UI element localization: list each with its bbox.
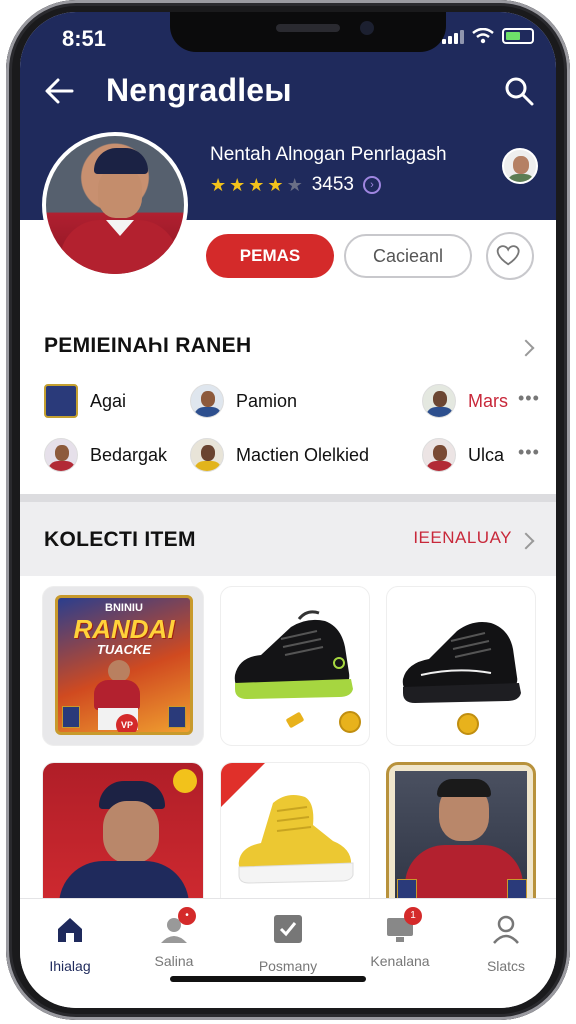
profile-name: Nentah Alnogan Penrlagash	[210, 144, 447, 165]
chevron-right-icon[interactable]	[517, 532, 535, 550]
avatar	[190, 438, 224, 472]
user-badge-icon: •	[158, 907, 196, 945]
collection-card[interactable]	[42, 762, 204, 912]
monitor-icon: 1	[384, 907, 422, 945]
nav-home[interactable]: Ihialag	[20, 913, 120, 974]
star-icon: ★	[210, 174, 227, 195]
nav-kenalana[interactable]: 1 Kenalana	[350, 907, 450, 969]
rating-value: 3453	[311, 174, 354, 195]
collection-card[interactable]: BNINIU RANDAI TUACKE VP	[42, 586, 204, 746]
status-time: 8:51	[62, 26, 107, 51]
favorite-button[interactable]	[486, 232, 534, 280]
card-subtitle-text: TUACKE	[96, 642, 152, 657]
collection-grid: BNINIU RANDAI TUACKE VP	[20, 576, 556, 916]
star-icon: ★	[248, 174, 265, 195]
more-icon[interactable]: •••	[518, 442, 540, 463]
wifi-icon	[472, 28, 494, 44]
list-item[interactable]: Mars	[422, 384, 508, 418]
rating: ★ ★ ★ ★ ★ 3453 ›	[210, 174, 381, 196]
list-item[interactable]: Agai	[44, 384, 126, 418]
card-title-text: RANDAI	[73, 614, 175, 644]
small-avatar[interactable]	[502, 148, 538, 184]
phone-notch	[170, 12, 446, 52]
avatar	[422, 438, 456, 472]
divider	[20, 494, 556, 502]
phone-frame: 8:51 Nengradleы Nentah Alnogan Penrlagas…	[0, 0, 576, 1024]
more-icon[interactable]: •••	[518, 388, 540, 409]
coin-icon	[457, 713, 479, 735]
card-top-text: BNINIU	[105, 602, 143, 614]
list-item[interactable]: Bedargak	[44, 438, 167, 472]
notification-badge: 1	[404, 907, 422, 925]
yellow-sneaker-image	[238, 795, 354, 884]
list-item[interactable]: Pamion	[190, 384, 297, 418]
screen: 8:51 Nengradleы Nentah Alnogan Penrlagas…	[20, 12, 556, 1008]
coin-icon	[339, 711, 361, 733]
star-icon: ★	[229, 174, 246, 195]
people-section: PEMIEINAҺI RANEH Agai Pamion Mars ••• Be…	[20, 294, 556, 494]
profile-icon	[493, 915, 519, 944]
check-square-icon	[274, 915, 302, 943]
collection-card[interactable]	[386, 586, 536, 746]
team-logo-icon	[44, 384, 78, 418]
avatar	[190, 384, 224, 418]
search-icon[interactable]	[502, 74, 536, 108]
collection-card[interactable]	[220, 762, 370, 912]
profile-avatar	[42, 132, 188, 278]
avatar	[44, 438, 78, 472]
bottom-nav: Ihialag • Salina Posmany 1 Kenalana Slat…	[20, 898, 556, 1008]
page-title: Nengradleы	[106, 72, 292, 108]
heart-icon	[496, 245, 520, 266]
see-all-link[interactable]: IEENALUAY	[413, 528, 512, 548]
collection-card[interactable]	[386, 762, 536, 912]
chevron-right-icon[interactable]	[517, 339, 535, 357]
status-icons	[442, 28, 534, 44]
info-icon[interactable]: ›	[362, 176, 381, 194]
collection-card[interactable]	[220, 586, 370, 746]
nav-salina[interactable]: • Salina	[124, 907, 224, 969]
secondary-action-button[interactable]: Cacieanl	[344, 234, 472, 278]
home-icon	[58, 918, 82, 942]
collection-header: KOLECTI ITEM IEENALUAY	[20, 502, 556, 576]
section-title: KOLECTI ITEM	[44, 528, 196, 551]
home-indicator[interactable]	[170, 976, 366, 982]
edit-icon[interactable]	[173, 769, 197, 793]
card-badge: VP	[116, 714, 138, 732]
star-empty-icon: ★	[286, 174, 303, 195]
back-arrow-icon[interactable]	[42, 74, 76, 108]
avatar	[422, 384, 456, 418]
nav-slatcs[interactable]: Slatcs	[456, 913, 556, 974]
section-title: PEMIEINAҺI RANEH	[44, 334, 252, 357]
primary-action-button[interactable]: PEMAS	[206, 234, 334, 278]
list-item[interactable]: Ulca	[422, 438, 504, 472]
battery-icon	[502, 28, 534, 44]
nav-posmany[interactable]: Posmany	[238, 913, 338, 974]
notification-badge: •	[178, 907, 196, 925]
star-icon: ★	[267, 174, 284, 195]
list-item[interactable]: Mactien Olelkied	[190, 438, 369, 472]
